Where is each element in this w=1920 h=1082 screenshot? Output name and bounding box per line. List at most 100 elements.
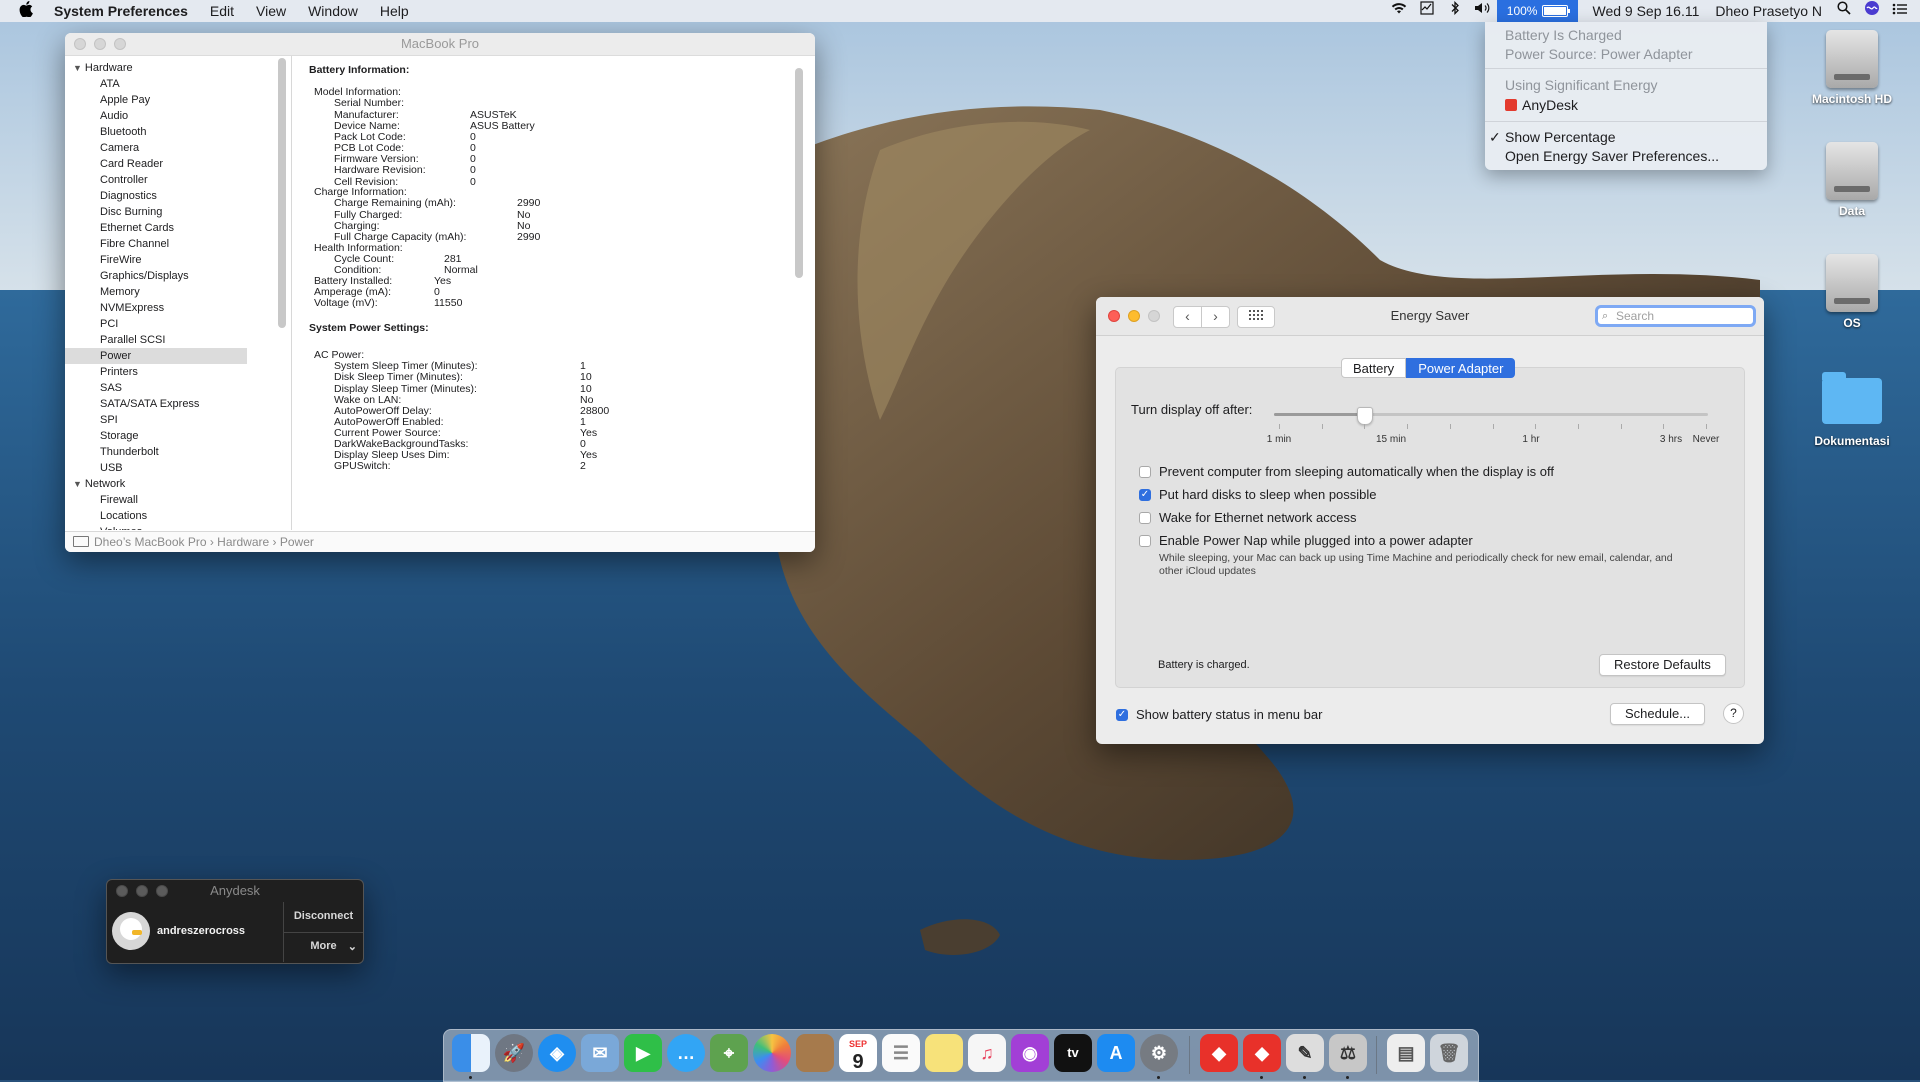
disconnect-button[interactable]: Disconnect	[284, 910, 363, 922]
minimize-button[interactable]	[94, 38, 106, 50]
tab-power-adapter[interactable]: Power Adapter	[1406, 358, 1516, 378]
sidebar-item-thunderbolt[interactable]: Thunderbolt	[100, 444, 276, 460]
desktop-icon-macintosh-hd[interactable]: Macintosh HD	[1797, 30, 1907, 106]
minimize-button[interactable]	[136, 885, 148, 897]
photos-icon[interactable]	[753, 1034, 791, 1072]
apple-menu-icon[interactable]	[16, 1, 36, 21]
zoom-button[interactable]	[114, 38, 126, 50]
app-store-icon[interactable]: A	[1097, 1034, 1135, 1072]
sidebar-scrollbar[interactable]	[278, 58, 286, 328]
activity-monitor-icon[interactable]	[1413, 0, 1441, 22]
zoom-button[interactable]	[156, 885, 168, 897]
option-prevent-sleep[interactable]: Prevent computer from sleeping automatic…	[1139, 464, 1554, 479]
sidebar-item-spi[interactable]: SPI	[100, 412, 276, 428]
sidebar-item-firewall[interactable]: Firewall	[100, 492, 276, 508]
facetime-icon[interactable]: ▶	[624, 1034, 662, 1072]
sidebar-item-firewire[interactable]: FireWire	[100, 252, 276, 268]
sidebar-item-nvmexpress[interactable]: NVMExpress	[100, 300, 276, 316]
podcasts-icon[interactable]: ◉	[1011, 1034, 1049, 1072]
music-icon[interactable]: ♫	[968, 1034, 1006, 1072]
bluetooth-icon[interactable]	[1441, 0, 1469, 22]
mail-icon[interactable]: ✉	[581, 1034, 619, 1072]
help-button[interactable]: ?	[1723, 703, 1744, 724]
menu-clock[interactable]: Wed 9 Sep 16.11	[1578, 0, 1707, 22]
sidebar-item-ethernet-cards[interactable]: Ethernet Cards	[100, 220, 276, 236]
sidebar-item-printers[interactable]: Printers	[100, 364, 276, 380]
option-wake-ethernet[interactable]: Wake for Ethernet network access	[1139, 510, 1357, 525]
menu-edit[interactable]: Edit	[199, 0, 245, 22]
checkbox[interactable]	[1139, 465, 1151, 478]
launchpad-icon[interactable]: 🚀	[495, 1034, 533, 1072]
menu-window[interactable]: Window	[297, 0, 369, 22]
sidebar-group-network[interactable]: ▼ Network	[73, 476, 125, 492]
messages-icon[interactable]: …	[667, 1034, 705, 1072]
spotlight-search-icon[interactable]	[1830, 0, 1858, 22]
desktop-icon-os[interactable]: OS	[1797, 254, 1907, 330]
checkbox[interactable]: ✓	[1116, 708, 1128, 721]
checkbox[interactable]	[1139, 534, 1151, 547]
show-percentage-item[interactable]: ✓ Show Percentage	[1489, 129, 1616, 145]
sidebar-item-controller[interactable]: Controller	[100, 172, 276, 188]
system-information-icon[interactable]: ⚖	[1329, 1034, 1367, 1072]
checkbox[interactable]: ✓	[1139, 488, 1151, 501]
option-show-battery-status[interactable]: ✓ Show battery status in menu bar	[1116, 707, 1322, 722]
more-button[interactable]: More ⌄	[284, 940, 363, 953]
menu-user[interactable]: Dheo Prasetyo N	[1707, 0, 1830, 22]
display-sleep-slider-track[interactable]	[1274, 413, 1708, 416]
menu-view[interactable]: View	[245, 0, 297, 22]
schedule-button[interactable]: Schedule...	[1610, 703, 1706, 725]
calendar-icon[interactable]: SEP 9	[839, 1034, 877, 1073]
sidebar-item-storage[interactable]: Storage	[100, 428, 276, 444]
sidebar-item-memory[interactable]: Memory	[100, 284, 276, 300]
notification-center-icon[interactable]	[1886, 0, 1914, 22]
show-all-button[interactable]	[1237, 306, 1275, 328]
checkbox[interactable]	[1139, 511, 1151, 524]
sidebar-item-fibre-channel[interactable]: Fibre Channel	[100, 236, 276, 252]
contacts-icon[interactable]	[796, 1034, 834, 1072]
siri-icon[interactable]	[1858, 0, 1886, 22]
sidebar-item-ata[interactable]: ATA	[100, 76, 276, 92]
sidebar-item-locations[interactable]: Locations	[100, 508, 276, 524]
script-editor-icon[interactable]: ✎	[1286, 1034, 1324, 1072]
sidebar-group-hardware[interactable]: ▼ Hardware	[73, 60, 133, 76]
forward-button[interactable]: ›	[1202, 306, 1230, 328]
anydesk-helper-dock-icon[interactable]: ◆	[1243, 1034, 1281, 1072]
display-sleep-slider-knob[interactable]	[1357, 407, 1373, 425]
energy-app-anydesk[interactable]: AnyDesk	[1505, 97, 1578, 113]
close-button[interactable]	[116, 885, 128, 897]
sidebar-item-graphics-displays[interactable]: Graphics/Displays	[100, 268, 276, 284]
sidebar-item-apple-pay[interactable]: Apple Pay	[100, 92, 276, 108]
close-button[interactable]	[74, 38, 86, 50]
option-hard-disks-sleep[interactable]: ✓ Put hard disks to sleep when possible	[1139, 487, 1377, 502]
apple-tv-icon[interactable]: tv	[1054, 1034, 1092, 1072]
sidebar-item-power[interactable]: Power	[65, 348, 247, 364]
sidebar-item-volumes[interactable]: Volumes	[100, 524, 276, 530]
restore-defaults-button[interactable]: Restore Defaults	[1599, 654, 1726, 676]
safari-icon[interactable]: ◈	[538, 1034, 576, 1072]
desktop-icon-data[interactable]: Data	[1797, 142, 1907, 218]
sidebar-item-camera[interactable]: Camera	[100, 140, 276, 156]
notes-icon[interactable]	[925, 1034, 963, 1072]
sidebar-item-pci[interactable]: PCI	[100, 316, 276, 332]
search-field[interactable]: ⌕ Search	[1595, 305, 1756, 327]
sidebar-item-sata-sata-express[interactable]: SATA/SATA Express	[100, 396, 276, 412]
desktop-icon-dokumentasi[interactable]: Dokumentasi	[1797, 370, 1907, 448]
sidebar-item-card-reader[interactable]: Card Reader	[100, 156, 276, 172]
sidebar-item-disc-burning[interactable]: Disc Burning	[100, 204, 276, 220]
finder-icon[interactable]	[452, 1034, 490, 1072]
zoom-button[interactable]	[1148, 310, 1160, 322]
sidebar-item-audio[interactable]: Audio	[100, 108, 276, 124]
battery-menu-extra[interactable]: 100%	[1496, 0, 1579, 22]
document-icon[interactable]: ▤	[1387, 1034, 1425, 1072]
anydesk-dock-icon[interactable]: ◆	[1200, 1034, 1238, 1072]
content-scrollbar[interactable]	[795, 68, 803, 278]
sidebar-item-diagnostics[interactable]: Diagnostics	[100, 188, 276, 204]
menu-app-name[interactable]: System Preferences	[54, 0, 199, 22]
back-button[interactable]: ‹	[1173, 306, 1202, 328]
sidebar-item-sas[interactable]: SAS	[100, 380, 276, 396]
volume-icon[interactable]	[1469, 0, 1497, 22]
option-power-nap[interactable]: Enable Power Nap while plugged into a po…	[1139, 533, 1473, 548]
open-energy-saver-item[interactable]: Open Energy Saver Preferences...	[1505, 148, 1719, 164]
wifi-icon[interactable]	[1385, 0, 1413, 22]
trash-icon[interactable]: 🗑	[1430, 1034, 1468, 1072]
